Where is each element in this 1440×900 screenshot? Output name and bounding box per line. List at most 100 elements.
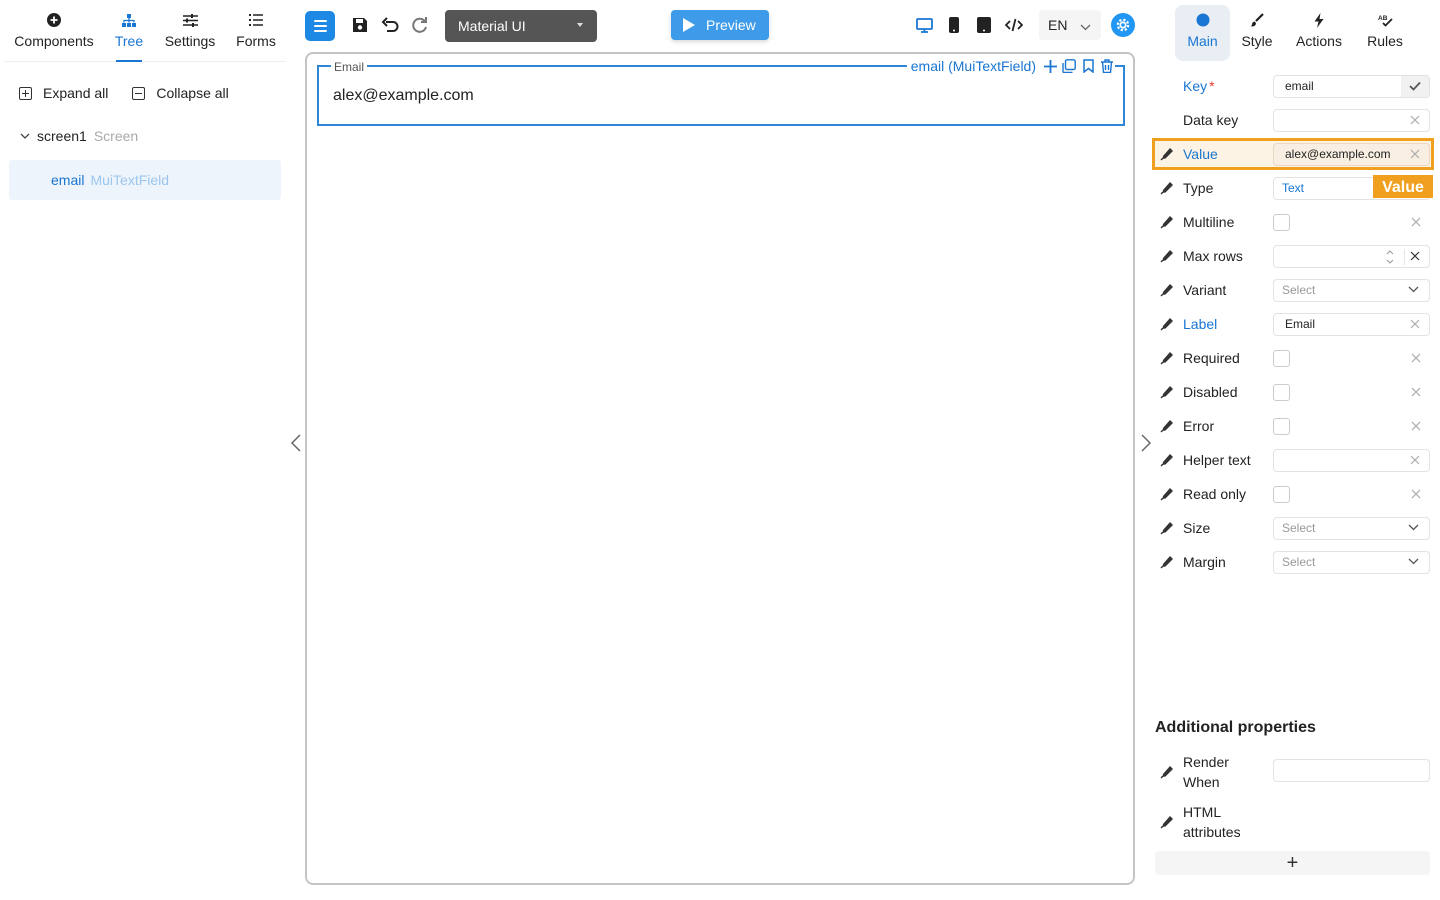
pen-icon[interactable] xyxy=(1160,453,1174,467)
right-tabs: Main Style Actions AB Rules xyxy=(1150,0,1440,62)
left-tabs: Components Tree Settings Forms xyxy=(4,0,286,62)
tab-settings[interactable]: Settings xyxy=(154,0,226,61)
expand-all-button[interactable]: Expand all xyxy=(19,85,108,101)
clear-icon[interactable] xyxy=(1410,352,1422,364)
pen-icon[interactable] xyxy=(1160,181,1174,195)
pen-icon[interactable] xyxy=(1160,419,1174,433)
trash-icon[interactable] xyxy=(1099,58,1115,74)
tab-components[interactable]: Components xyxy=(4,0,104,61)
bookmark-icon[interactable] xyxy=(1080,58,1096,74)
collapse-all-button[interactable]: Collapse all xyxy=(132,85,229,101)
clear-icon[interactable] xyxy=(1410,420,1422,432)
margin-select[interactable]: Select xyxy=(1273,550,1430,574)
multiline-checkbox[interactable] xyxy=(1273,213,1290,231)
type-value: Text xyxy=(1282,181,1305,195)
label-input[interactable]: Email xyxy=(1273,312,1430,336)
add-attribute-button[interactable]: + xyxy=(1155,851,1430,875)
clear-icon[interactable] xyxy=(1409,454,1421,466)
clear-icon[interactable] xyxy=(1410,386,1422,398)
plus-square-icon xyxy=(19,86,32,100)
clear-icon[interactable] xyxy=(1409,148,1421,160)
pen-icon[interactable] xyxy=(1160,215,1174,229)
svg-text:AB: AB xyxy=(1378,15,1388,22)
save-button[interactable] xyxy=(349,14,371,36)
desktop-view-button[interactable] xyxy=(913,14,935,36)
tab-label: Actions xyxy=(1296,33,1342,49)
language-select[interactable]: EN xyxy=(1039,10,1101,40)
clear-icon[interactable] xyxy=(1409,318,1421,330)
helper-text-input[interactable] xyxy=(1273,448,1430,472)
prop-variant: Variant Select xyxy=(1150,274,1440,306)
clear-icon[interactable] xyxy=(1409,114,1421,126)
copy-icon[interactable] xyxy=(1061,58,1077,74)
pen-icon[interactable] xyxy=(1160,487,1174,501)
prop-label: Helper text xyxy=(1183,452,1251,468)
tablet-view-button[interactable] xyxy=(973,14,995,36)
render-when-input[interactable] xyxy=(1273,759,1430,782)
redo-button[interactable] xyxy=(409,14,431,36)
chevron-down-icon xyxy=(1080,18,1091,34)
tab-forms[interactable]: Forms xyxy=(226,0,286,61)
variant-select[interactable]: Select xyxy=(1273,278,1430,302)
tree-node-screen[interactable]: screen1 Screen xyxy=(0,122,290,150)
prop-render-when: Render When xyxy=(1150,750,1440,794)
phone-view-button[interactable] xyxy=(943,14,965,36)
stepper-icon[interactable] xyxy=(1385,247,1395,267)
prop-size: Size Select xyxy=(1150,512,1440,544)
size-select[interactable]: Select xyxy=(1273,516,1430,540)
pen-icon[interactable] xyxy=(1160,815,1174,829)
check-icon[interactable] xyxy=(1401,75,1429,97)
size-placeholder: Select xyxy=(1282,521,1316,535)
collapse-left-arrow[interactable] xyxy=(290,434,304,452)
chevron-down-icon xyxy=(1408,524,1419,530)
play-icon xyxy=(683,18,695,32)
add-icon[interactable] xyxy=(1042,58,1058,74)
data-key-input[interactable] xyxy=(1273,108,1430,132)
preview-button[interactable]: Preview xyxy=(671,10,769,40)
pen-icon[interactable] xyxy=(1160,521,1174,535)
pen-icon[interactable] xyxy=(1160,555,1174,569)
theme-settings-button[interactable] xyxy=(1111,13,1135,37)
email-text-field[interactable]: Email alex@example.com email (MuiTextFie… xyxy=(317,56,1125,126)
pen-icon[interactable] xyxy=(1160,765,1174,779)
prop-disabled: Disabled xyxy=(1150,376,1440,408)
tree-item-email[interactable]: email MuiTextField xyxy=(9,160,281,200)
tab-main[interactable]: Main xyxy=(1175,5,1230,61)
chevron-down-icon xyxy=(1408,286,1419,292)
disabled-checkbox[interactable] xyxy=(1273,383,1290,401)
phone-icon xyxy=(949,17,959,33)
tab-tree[interactable]: Tree xyxy=(104,0,154,62)
field-value[interactable]: alex@example.com xyxy=(333,87,474,105)
value-value: alex@example.com xyxy=(1285,147,1391,161)
code-view-button[interactable] xyxy=(1003,14,1025,36)
error-checkbox[interactable] xyxy=(1273,417,1290,435)
pen-icon[interactable] xyxy=(1160,317,1174,331)
pen-icon[interactable] xyxy=(1160,385,1174,399)
max-rows-input[interactable] xyxy=(1273,244,1430,268)
value-input[interactable]: alex@example.com xyxy=(1273,142,1430,166)
clear-icon[interactable] xyxy=(1410,216,1422,228)
tab-style[interactable]: Style xyxy=(1236,5,1278,61)
tab-label: Forms xyxy=(236,33,276,49)
tab-label: Settings xyxy=(164,33,216,49)
key-input[interactable]: email xyxy=(1273,74,1430,98)
pen-icon[interactable] xyxy=(1160,351,1174,365)
read-only-checkbox[interactable] xyxy=(1273,485,1290,503)
brush-icon xyxy=(1250,12,1264,28)
required-checkbox[interactable] xyxy=(1273,349,1290,367)
tab-label: Components xyxy=(14,33,94,49)
required-mark: * xyxy=(1209,78,1215,94)
pen-icon[interactable] xyxy=(1160,147,1174,161)
margin-placeholder: Select xyxy=(1282,555,1316,569)
pen-icon[interactable] xyxy=(1160,283,1174,297)
minus-square-icon xyxy=(132,86,146,100)
tab-rules[interactable]: AB Rules xyxy=(1354,5,1416,61)
clear-icon[interactable] xyxy=(1409,250,1421,262)
clear-icon[interactable] xyxy=(1410,488,1422,500)
chevron-down-icon[interactable] xyxy=(20,130,32,142)
menu-button[interactable] xyxy=(305,11,335,41)
tab-actions[interactable]: Actions xyxy=(1290,5,1348,61)
pen-icon[interactable] xyxy=(1160,249,1174,263)
undo-button[interactable] xyxy=(379,14,401,36)
library-select[interactable]: Material UI xyxy=(445,10,597,42)
